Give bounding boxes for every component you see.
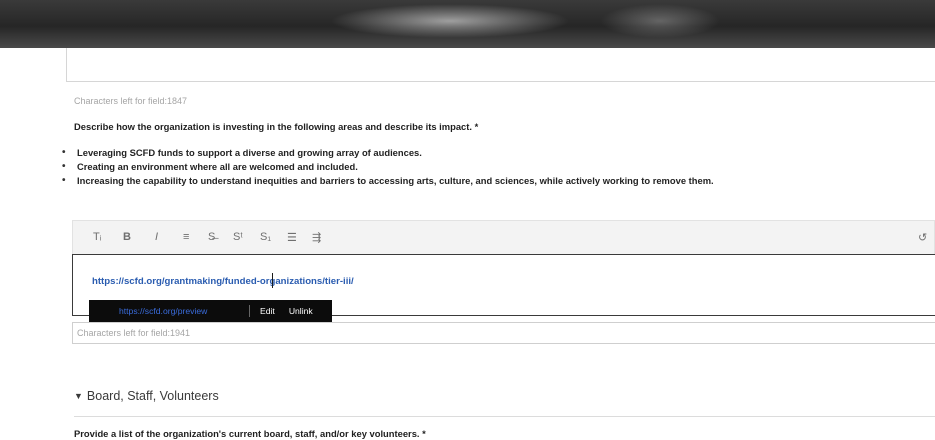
screen-glare — [330, 4, 570, 38]
italic-icon[interactable]: I — [155, 229, 158, 245]
divider — [249, 305, 250, 317]
edit-link-button[interactable]: Edit — [260, 306, 275, 316]
screen-glare — [600, 4, 720, 38]
bullet-item: Creating an environment where all are we… — [60, 160, 714, 174]
bullet-list: Leveraging SCFD funds to support a diver… — [60, 146, 714, 188]
chars-left-prev: Characters left for field:1847 — [74, 96, 188, 106]
question-2-label: Provide a list of the organization's cur… — [74, 428, 426, 439]
indent-icon[interactable]: ⇶ — [312, 229, 321, 245]
editor-toolbar: Tᵢ B I ≡ S̶ Sᵗ S₁ ☰ ⇶ ↺ — [72, 220, 935, 254]
strikethrough-icon[interactable]: S̶ — [208, 229, 215, 245]
align-icon[interactable]: ≡ — [183, 229, 189, 245]
previous-answer-box[interactable] — [66, 48, 935, 82]
text-style-icon[interactable]: Tᵢ — [93, 229, 101, 245]
chars-left: Characters left for field:1941 — [77, 328, 191, 338]
question-label: Describe how the organization is investi… — [74, 121, 479, 132]
superscript-icon[interactable]: Sᵗ — [233, 229, 243, 245]
text-caret — [272, 273, 273, 288]
editor-link[interactable]: https://scfd.org/grantmaking/funded-orga… — [92, 276, 354, 287]
bold-icon[interactable]: B — [123, 229, 131, 245]
caret-down-icon: ▼ — [74, 391, 83, 401]
section-board-staff[interactable]: ▼ Board, Staff, Volunteers — [74, 389, 935, 417]
undo-icon[interactable]: ↺ — [918, 229, 927, 245]
subscript-icon[interactable]: S₁ — [260, 229, 271, 245]
bullet-item: Leveraging SCFD funds to support a diver… — [60, 146, 714, 160]
link-popup: https://scfd.org/preview Edit Unlink — [89, 300, 332, 322]
bullet-list-icon[interactable]: ☰ — [287, 229, 297, 245]
window-top-bar — [0, 0, 935, 48]
section-title: Board, Staff, Volunteers — [86, 389, 219, 403]
char-count-box: Characters left for field:1941 — [72, 322, 935, 344]
unlink-button[interactable]: Unlink — [289, 306, 313, 316]
bullet-item: Increasing the capability to understand … — [60, 174, 714, 188]
link-popup-url[interactable]: https://scfd.org/preview — [89, 306, 239, 316]
